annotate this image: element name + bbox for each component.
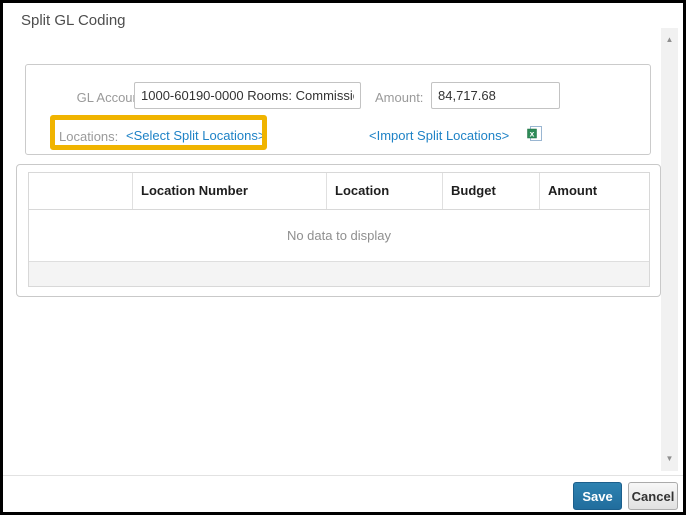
- amount-label: Amount:: [375, 90, 423, 105]
- cancel-button[interactable]: Cancel: [628, 482, 678, 510]
- column-header-location[interactable]: Location: [327, 173, 443, 209]
- grid-footer-bar: [29, 261, 649, 286]
- gl-account-label: GL Account:: [45, 90, 147, 105]
- footer-divider: [3, 475, 683, 476]
- vertical-scrollbar[interactable]: ▲ ▼: [661, 28, 678, 471]
- svg-text:x: x: [530, 129, 535, 139]
- excel-icon[interactable]: x: [527, 125, 543, 142]
- grid-empty-message: No data to display: [29, 210, 649, 261]
- split-gl-coding-dialog: Split GL Coding ▲ ▼ GL Account: Amount: …: [0, 0, 686, 515]
- grid-header-row: Location Number Location Budget Amount: [29, 173, 649, 210]
- page-title: Split GL Coding: [21, 12, 126, 29]
- locations-label: Locations:: [59, 129, 118, 144]
- import-split-locations-link[interactable]: <Import Split Locations>: [369, 128, 509, 143]
- split-locations-grid: Location Number Location Budget Amount N…: [28, 172, 650, 287]
- column-header-amount[interactable]: Amount: [540, 173, 649, 209]
- gl-coding-form-panel: GL Account: Amount: Locations: <Select S…: [25, 64, 651, 155]
- split-locations-grid-panel: Location Number Location Budget Amount N…: [16, 164, 661, 297]
- amount-input[interactable]: [431, 82, 560, 109]
- gl-account-input[interactable]: [134, 82, 361, 109]
- select-split-locations-link[interactable]: <Select Split Locations>: [126, 128, 265, 143]
- column-header-budget[interactable]: Budget: [443, 173, 540, 209]
- save-button[interactable]: Save: [573, 482, 622, 510]
- scroll-up-icon[interactable]: ▲: [661, 32, 678, 48]
- column-header-blank[interactable]: [29, 173, 133, 209]
- scroll-down-icon[interactable]: ▼: [661, 451, 678, 467]
- column-header-location-number[interactable]: Location Number: [133, 173, 327, 209]
